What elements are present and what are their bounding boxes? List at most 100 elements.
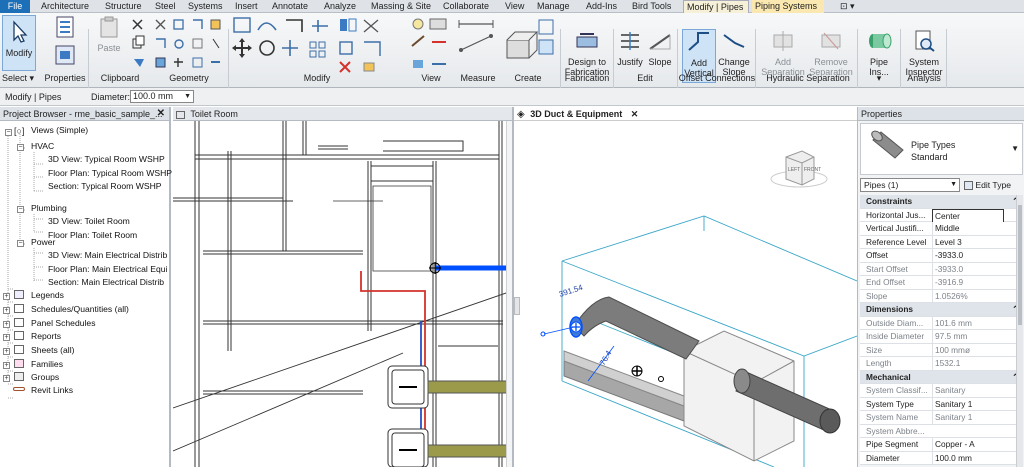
- prop-row-reference-level[interactable]: Reference Level Level 3: [860, 235, 1023, 249]
- tree-item-floor-plan-main-electrical[interactable]: Floor Plan: Main Electrical Equi: [48, 264, 167, 275]
- properties-button[interactable]: [45, 15, 85, 71]
- system-inspector-button[interactable]: System Inspector: [903, 29, 945, 77]
- measure-tool-icons[interactable]: [457, 16, 501, 74]
- tab-piping-systems[interactable]: Piping Systems: [752, 0, 824, 13]
- close-icon[interactable]: ✕: [631, 109, 639, 119]
- tree-item-power[interactable]: Power: [31, 237, 55, 248]
- prop-value[interactable]: Copper - A: [932, 438, 1004, 451]
- paste-button[interactable]: Paste: [92, 15, 126, 53]
- tree-item-hvac[interactable]: HVAC: [31, 141, 54, 152]
- tab-view[interactable]: View: [505, 0, 524, 13]
- tree-item-3d-main-electrical[interactable]: 3D View: Main Electrical Distrib: [48, 250, 167, 261]
- tree-item-views[interactable]: Views (Simple): [31, 125, 88, 136]
- tab-architecture[interactable]: Architecture: [41, 0, 89, 13]
- tree-item-floor-plan-typical-room[interactable]: Floor Plan: Typical Room WSHP: [48, 168, 172, 179]
- tab-structure[interactable]: Structure: [105, 0, 142, 13]
- prop-row-offset[interactable]: Offset -3933.0: [860, 249, 1023, 263]
- prop-row-vertical-justification[interactable]: Vertical Justifi... Middle: [860, 222, 1023, 236]
- close-icon[interactable]: ✕: [157, 107, 165, 121]
- fixture-2[interactable]: [387, 428, 429, 467]
- type-selector[interactable]: Pipe Types Standard ▼: [860, 123, 1023, 175]
- tree-item-floor-plan-toilet-room[interactable]: Floor Plan: Toilet Room: [48, 230, 137, 241]
- floor-plan-canvas[interactable]: [173, 121, 512, 467]
- slope-button[interactable]: Slope: [646, 29, 674, 67]
- pipe-3d[interactable]: [573, 296, 700, 360]
- tab-systems[interactable]: Systems: [188, 0, 223, 13]
- tree-item-3d-typical-room[interactable]: 3D View: Typical Room WSHP: [48, 154, 165, 165]
- expand-toggle[interactable]: +: [3, 334, 10, 341]
- edit-type-button[interactable]: Edit Type: [964, 178, 1011, 192]
- justify-button[interactable]: Justify: [615, 29, 645, 67]
- expand-toggle[interactable]: +: [3, 307, 10, 314]
- collapse-toggle[interactable]: −: [17, 206, 24, 213]
- tree-item-revit-links[interactable]: Revit Links: [31, 385, 73, 396]
- tree-item-families[interactable]: Families: [31, 359, 63, 370]
- cut-copy-icons[interactable]: [130, 17, 150, 73]
- panel-label-insulation-dropdown[interactable]: ▾: [862, 72, 896, 85]
- tree-item-3d-toilet-room[interactable]: 3D View: Toilet Room: [48, 216, 130, 227]
- view-toilet-room[interactable]: Toilet Room: [173, 107, 512, 467]
- scroll-thumb[interactable]: [1018, 205, 1022, 325]
- tree-item-schedules[interactable]: Schedules/Quantities (all): [31, 304, 129, 315]
- add-separation-button[interactable]: Add Separation: [760, 29, 806, 77]
- diameter-select[interactable]: 100.0 mm ▼: [130, 90, 194, 103]
- tree-item-plumbing[interactable]: Plumbing: [31, 203, 67, 214]
- tree-item-reports[interactable]: Reports: [31, 331, 61, 342]
- tab-modify-pipes[interactable]: Modify | Pipes: [683, 0, 749, 13]
- 3d-canvas[interactable]: LEFT FRONT 391.54 76.4: [514, 121, 857, 467]
- modify-tool-icons[interactable]: [232, 16, 400, 74]
- prop-value[interactable]: 100.0 mm: [932, 451, 1004, 465]
- pipe-insulation-button[interactable]: Pipe Ins...: [859, 29, 899, 77]
- tree-item-section-main-electrical[interactable]: Section: Main Electrical Distrib: [48, 277, 164, 288]
- expand-toggle[interactable]: +: [3, 348, 10, 355]
- tab-analyze[interactable]: Analyze: [324, 0, 356, 13]
- prop-section-mechanical[interactable]: Mechanical⌃: [860, 370, 1023, 384]
- tab-collaborate[interactable]: Collaborate: [443, 0, 489, 13]
- tab-file[interactable]: File: [0, 0, 30, 13]
- pipe-segment-1[interactable]: [427, 380, 512, 394]
- pipe-segment-2[interactable]: [427, 444, 512, 458]
- create-tool-icons[interactable]: [505, 18, 557, 74]
- tree-item-legends[interactable]: Legends: [31, 290, 64, 301]
- splitter-handle[interactable]: [514, 297, 520, 315]
- prop-row-horizontal-justification[interactable]: Horizontal Jus... Center: [860, 208, 1023, 224]
- chevron-down-icon[interactable]: ▼: [1011, 144, 1019, 153]
- prop-section-constraints[interactable]: Constraints⌃: [860, 195, 1023, 209]
- prop-row-pipe-segment[interactable]: Pipe Segment Copper - A: [860, 438, 1023, 452]
- tab-add-ins[interactable]: Add-Ins: [586, 0, 617, 13]
- collapse-toggle[interactable]: −: [17, 144, 24, 151]
- viewcube[interactable]: LEFT FRONT: [770, 150, 828, 188]
- view-3d-duct-equipment[interactable]: ◈ 3D Duct & Equipment ✕ LEFT FRONT 391.5…: [514, 107, 857, 467]
- properties-scrollbar[interactable]: [1016, 195, 1023, 467]
- tree-item-panel-schedules[interactable]: Panel Schedules: [31, 318, 96, 329]
- design-to-fabrication-button[interactable]: Design to Fabrication: [562, 29, 612, 77]
- prop-value[interactable]: Sanitary 1: [932, 397, 1004, 411]
- tab-options-dropdown[interactable]: ⊡ ▾: [840, 0, 855, 13]
- expand-toggle[interactable]: +: [3, 362, 10, 369]
- tab-insert[interactable]: Insert: [235, 0, 258, 13]
- prop-value[interactable]: -3933.0: [932, 249, 1004, 262]
- tab-manage[interactable]: Manage: [537, 0, 570, 13]
- view-tab-toilet-room[interactable]: Toilet Room: [173, 107, 512, 121]
- change-slope-button[interactable]: Change Slope: [717, 29, 751, 77]
- geometry-tool-icons[interactable]: [153, 17, 225, 73]
- remove-separation-button[interactable]: Remove Separation: [808, 29, 854, 77]
- tab-steel[interactable]: Steel: [155, 0, 176, 13]
- tree-item-groups[interactable]: Groups: [31, 372, 59, 383]
- view-tab-3d[interactable]: ◈ 3D Duct & Equipment ✕: [514, 107, 857, 121]
- expand-toggle[interactable]: +: [3, 293, 10, 300]
- instance-filter-select[interactable]: Pipes (1) ▼: [860, 178, 960, 192]
- panel-label-select[interactable]: Select ▾: [2, 72, 42, 85]
- tab-massing-site[interactable]: Massing & Site: [371, 0, 431, 13]
- tab-annotate[interactable]: Annotate: [272, 0, 308, 13]
- expand-toggle[interactable]: +: [3, 321, 10, 328]
- prop-row-diameter[interactable]: Diameter 100.0 mm: [860, 451, 1023, 465]
- prop-value[interactable]: Level 3: [932, 235, 1004, 249]
- collapse-toggle[interactable]: −: [17, 240, 24, 247]
- tree-item-section-typical-room[interactable]: Section: Typical Room WSHP: [48, 181, 162, 192]
- view-tool-icons[interactable]: [410, 16, 454, 74]
- expand-toggle[interactable]: +: [3, 375, 10, 382]
- collapse-toggle[interactable]: −: [5, 129, 12, 136]
- prop-value[interactable]: Middle: [932, 222, 1004, 235]
- tree-item-sheets[interactable]: Sheets (all): [31, 345, 74, 356]
